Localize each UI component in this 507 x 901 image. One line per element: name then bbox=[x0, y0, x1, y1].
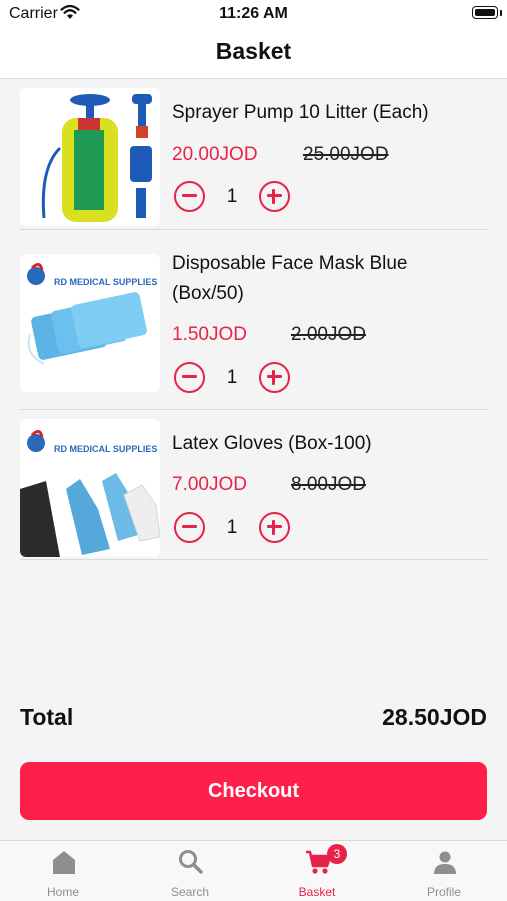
item-price: 7.00JOD bbox=[172, 474, 247, 495]
person-icon bbox=[434, 851, 456, 874]
image-brand-label: RD MEDICAL SUPPLIES bbox=[54, 277, 158, 287]
home-icon bbox=[53, 851, 75, 874]
item-name: Latex Gloves (Box-100) bbox=[172, 433, 372, 454]
tab-label: Home bbox=[46, 885, 79, 899]
item-price: 20.00JOD bbox=[172, 144, 258, 165]
tab-search[interactable]: Search bbox=[127, 841, 253, 901]
minus-icon bbox=[182, 525, 197, 528]
tab-label: Search bbox=[170, 885, 210, 899]
item-name: Disposable Face Mask Blue (Box/50) bbox=[172, 253, 408, 304]
tab-home[interactable]: Home bbox=[0, 841, 126, 901]
gloves-image bbox=[20, 419, 160, 557]
image-brand-label: RD MEDICAL SUPPLIES bbox=[54, 444, 158, 454]
item-quantity: 1 bbox=[226, 517, 238, 538]
item-old-price: 25.00JOD bbox=[303, 144, 389, 165]
decrease-quantity-button[interactable] bbox=[174, 181, 205, 212]
status-bar: Carrier 11:26 AM bbox=[0, 0, 507, 30]
tab-basket[interactable]: 3 Basket bbox=[254, 841, 380, 901]
item-quantity: 1 bbox=[226, 367, 238, 388]
search-icon bbox=[179, 850, 203, 874]
battery-tip bbox=[500, 10, 502, 16]
sprayer-image bbox=[20, 88, 160, 226]
decrease-quantity-button[interactable] bbox=[174, 362, 205, 393]
item-name: Sprayer Pump 10 Litter (Each) bbox=[172, 102, 429, 123]
basket-item: RD MEDICAL SUPPLIES Disposable Face Mask… bbox=[20, 229, 488, 410]
face-mask-image bbox=[20, 254, 160, 392]
status-time: 11:26 AM bbox=[219, 5, 288, 22]
minus-icon bbox=[182, 375, 197, 378]
total-value: 28.50JOD bbox=[382, 704, 487, 730]
cart-count-badge: 3 bbox=[327, 844, 347, 864]
page-title: Basket bbox=[215, 38, 292, 64]
increase-quantity-button[interactable] bbox=[259, 512, 290, 543]
item-old-price: 2.00JOD bbox=[291, 324, 366, 345]
decrease-quantity-button[interactable] bbox=[174, 512, 205, 543]
nav-header: Basket bbox=[0, 30, 507, 79]
total-label: Total bbox=[20, 704, 74, 730]
tab-profile[interactable]: Profile bbox=[381, 841, 507, 901]
increase-quantity-button[interactable] bbox=[259, 362, 290, 393]
item-quantity: 1 bbox=[226, 186, 238, 207]
increase-quantity-button[interactable] bbox=[259, 181, 290, 212]
tab-label: Basket bbox=[298, 885, 336, 899]
item-price: 1.50JOD bbox=[172, 324, 247, 345]
item-old-price: 8.00JOD bbox=[291, 474, 366, 495]
product-image: RD MEDICAL SUPPLIES bbox=[20, 254, 160, 392]
product-image bbox=[20, 88, 160, 226]
tab-label: Profile bbox=[426, 885, 461, 899]
battery-icon bbox=[472, 6, 498, 19]
basket-item: RD MEDICAL SUPPLIES Latex Gloves (Box-10… bbox=[20, 409, 488, 560]
tab-bar: Home Search 3 Basket Profile bbox=[0, 840, 507, 901]
product-image: RD MEDICAL SUPPLIES bbox=[20, 419, 160, 557]
basket-item: Sprayer Pump 10 Litter (Each) 20.00JOD 2… bbox=[20, 80, 488, 230]
minus-icon bbox=[182, 194, 197, 197]
checkout-button[interactable]: Checkout bbox=[20, 762, 487, 820]
